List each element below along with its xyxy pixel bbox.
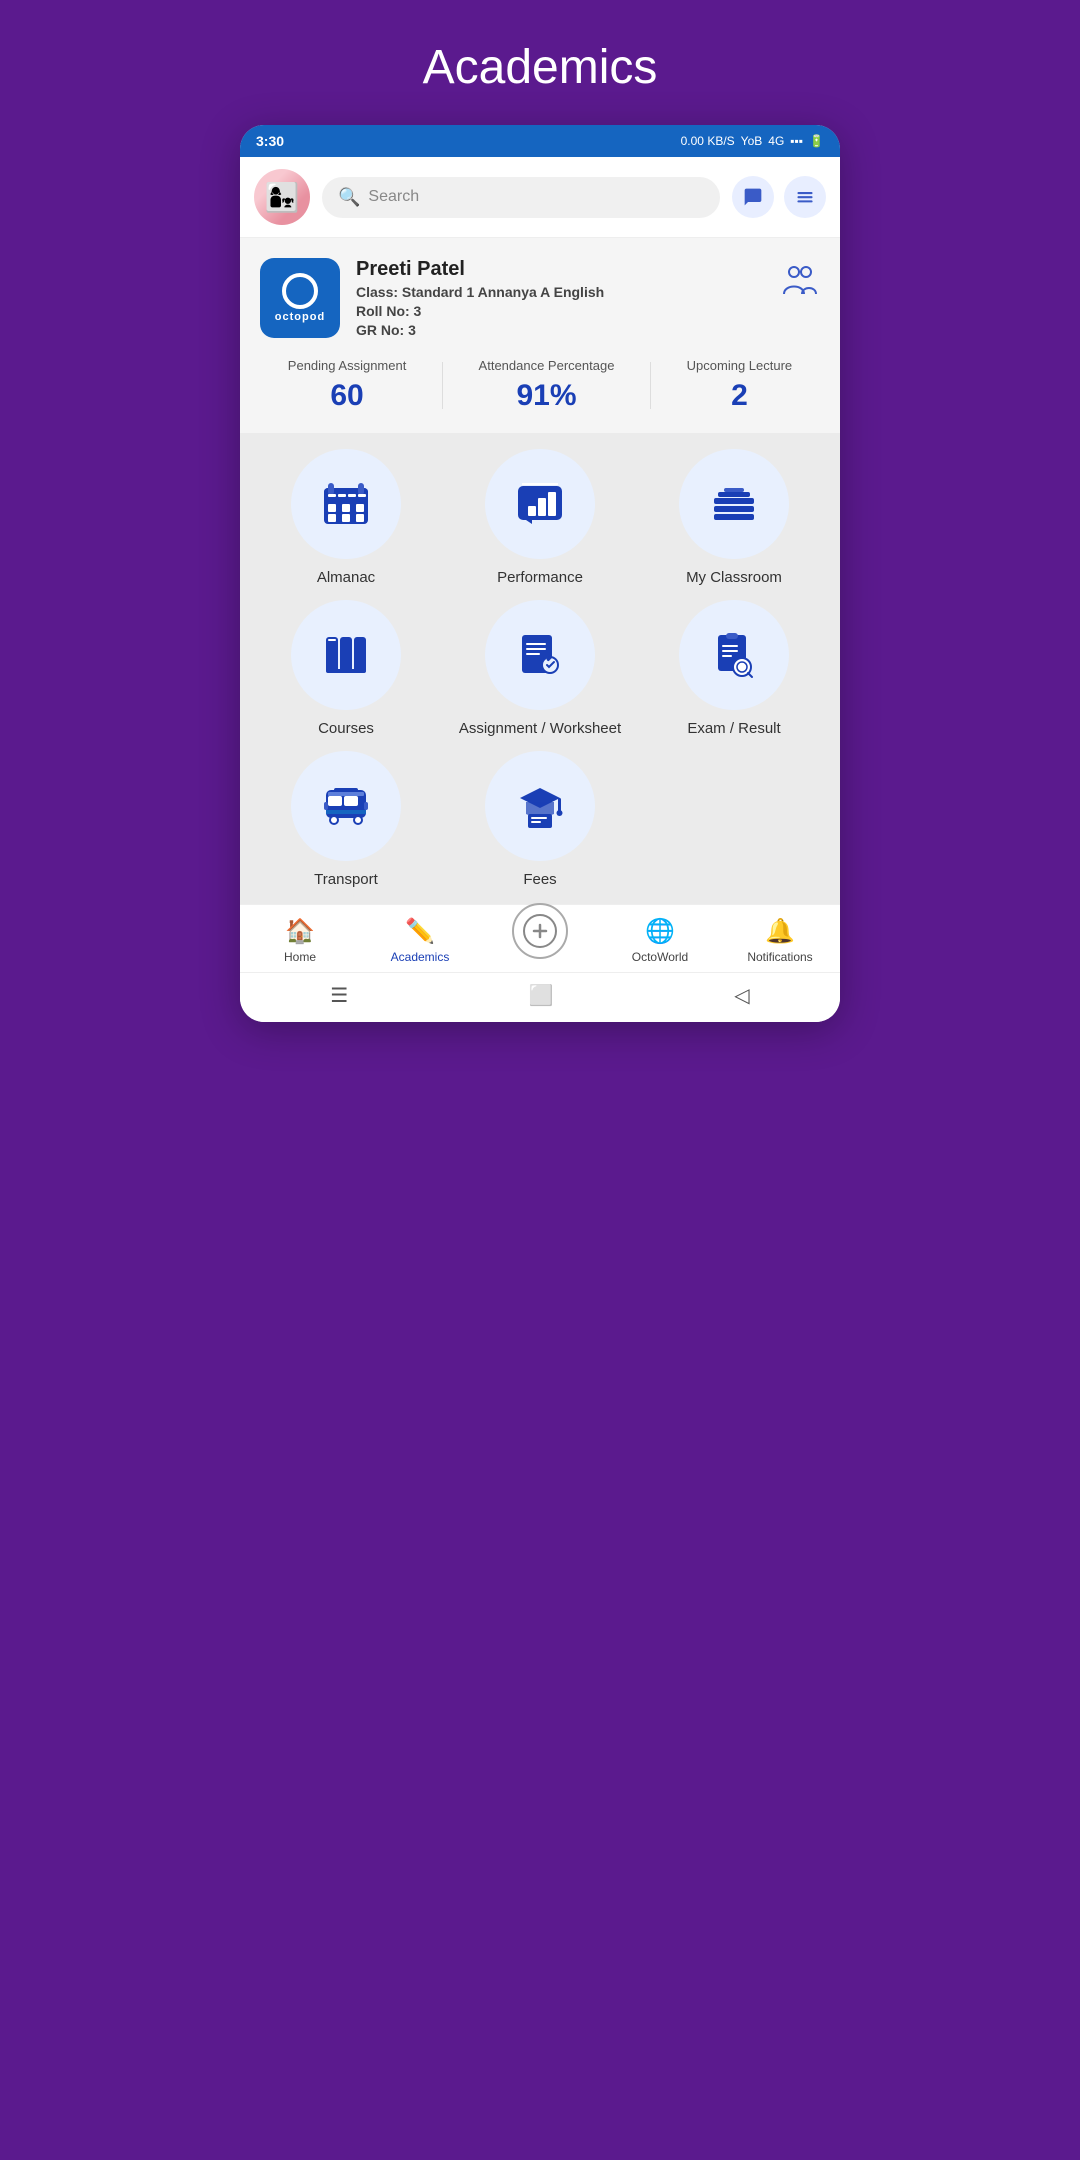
my-classroom-icon: [708, 478, 760, 530]
android-menu-btn[interactable]: ☰: [330, 983, 348, 1008]
courses-label: Courses: [318, 720, 374, 737]
courses-icon: [320, 629, 372, 681]
page-title: Academics: [240, 40, 840, 95]
nav-academics-label: Academics: [391, 950, 450, 964]
home-icon: 🏠: [285, 917, 315, 946]
grid-item-assignment[interactable]: Assignment / Worksheet: [450, 600, 630, 737]
grid-item-transport[interactable]: Transport: [256, 751, 436, 888]
nav-item-home[interactable]: 🏠 Home: [260, 917, 340, 964]
family-icon: [780, 262, 820, 311]
transport-label: Transport: [314, 871, 378, 888]
octopod-logo: octopod: [260, 258, 340, 338]
profile-roll: Roll No: 3: [356, 303, 764, 319]
plus-badge-icon: [522, 913, 558, 949]
academics-icon: ✏️: [405, 917, 435, 946]
grid-item-courses[interactable]: Courses: [256, 600, 436, 737]
assignment-icon: [514, 629, 566, 681]
menu-icon: [795, 187, 815, 207]
bottom-nav: 🏠 Home ✏️ Academics 🌐 OctoWorld 🔔 Notifi…: [240, 904, 840, 972]
icon-grid: Almanac Performance: [240, 433, 840, 904]
my-classroom-icon-circle: [679, 449, 789, 559]
almanac-label: Almanac: [317, 569, 375, 586]
android-nav-bar: ☰ ⬜ ◁: [240, 972, 840, 1022]
avatar-image: 👩‍👧: [254, 169, 310, 225]
courses-icon-circle: [291, 600, 401, 710]
assignment-label: Assignment / Worksheet: [459, 720, 621, 737]
fees-label: Fees: [523, 871, 556, 888]
stat-divider-1: [442, 362, 443, 409]
exam-label: Exam / Result: [687, 720, 780, 737]
header: 👩‍👧 🔍 Search: [240, 157, 840, 238]
nav-item-octoworld-center[interactable]: [500, 923, 580, 959]
stats-row: Pending Assignment 60 Attendance Percent…: [260, 338, 820, 433]
grid-item-performance[interactable]: Performance: [450, 449, 630, 586]
profile-class: Class: Standard 1 Annanya A English: [356, 284, 764, 300]
status-4g: 4G: [768, 134, 784, 148]
grid-item-fees[interactable]: Fees: [450, 751, 630, 888]
status-time: 3:30: [256, 133, 284, 149]
message-button[interactable]: [732, 176, 774, 218]
stat-upcoming-lecture: Upcoming Lecture 2: [687, 358, 793, 413]
exam-icon: [708, 629, 760, 681]
status-network: 0.00 KB/S: [681, 134, 735, 148]
performance-label: Performance: [497, 569, 583, 586]
grid-item-almanac[interactable]: Almanac: [256, 449, 436, 586]
fees-icon-circle: [485, 751, 595, 861]
almanac-icon-circle: [291, 449, 401, 559]
globe-icon: 🌐: [645, 917, 675, 946]
stat-attendance: Attendance Percentage 91%: [479, 358, 615, 413]
profile-card: octopod Preeti Patel Class: Standard 1 A…: [240, 238, 840, 433]
my-classroom-label: My Classroom: [686, 569, 782, 586]
fees-icon: [514, 780, 566, 832]
nav-home-label: Home: [284, 950, 316, 964]
stat-divider-2: [650, 362, 651, 409]
battery-icon: 🔋: [809, 134, 824, 148]
assignment-icon-circle: [485, 600, 595, 710]
nav-item-octoworld[interactable]: 🌐 OctoWorld: [620, 917, 700, 964]
signal-icon: ▪▪▪: [790, 134, 803, 148]
performance-icon: [514, 478, 566, 530]
android-back-btn[interactable]: ◁: [734, 983, 749, 1008]
status-bar: 3:30 0.00 KB/S YoB 4G ▪▪▪ 🔋: [240, 125, 840, 157]
exam-icon-circle: [679, 600, 789, 710]
status-right: 0.00 KB/S YoB 4G ▪▪▪ 🔋: [681, 134, 824, 148]
plus-badge-circle: [512, 903, 568, 959]
header-icons: [732, 176, 826, 218]
octopod-text: octopod: [275, 311, 325, 323]
bell-icon: 🔔: [765, 917, 795, 946]
grid-item-my-classroom[interactable]: My Classroom: [644, 449, 824, 586]
transport-icon: [320, 780, 372, 832]
status-carrier: YoB: [741, 134, 763, 148]
profile-gr: GR No: 3: [356, 322, 764, 338]
nav-notifications-label: Notifications: [747, 950, 812, 964]
message-icon: [743, 187, 763, 207]
grid-item-exam[interactable]: Exam / Result: [644, 600, 824, 737]
menu-button[interactable]: [784, 176, 826, 218]
performance-icon-circle: [485, 449, 595, 559]
nav-octoworld-label: OctoWorld: [632, 950, 688, 964]
avatar[interactable]: 👩‍👧: [254, 169, 310, 225]
search-placeholder: Search: [368, 188, 419, 206]
search-bar[interactable]: 🔍 Search: [322, 177, 720, 218]
profile-name: Preeti Patel: [356, 258, 764, 281]
profile-inner: octopod Preeti Patel Class: Standard 1 A…: [260, 258, 820, 338]
profile-info: Preeti Patel Class: Standard 1 Annanya A…: [356, 258, 764, 338]
search-icon: 🔍: [338, 187, 360, 208]
almanac-icon: [320, 478, 372, 530]
stat-pending-assignment: Pending Assignment 60: [288, 358, 407, 413]
transport-icon-circle: [291, 751, 401, 861]
android-home-btn[interactable]: ⬜: [529, 983, 554, 1008]
phone-frame: 3:30 0.00 KB/S YoB 4G ▪▪▪ 🔋 👩‍👧 🔍 Search: [240, 125, 840, 1022]
nav-item-notifications[interactable]: 🔔 Notifications: [740, 917, 820, 964]
octopod-circle: [282, 273, 318, 309]
nav-item-academics[interactable]: ✏️ Academics: [380, 917, 460, 964]
